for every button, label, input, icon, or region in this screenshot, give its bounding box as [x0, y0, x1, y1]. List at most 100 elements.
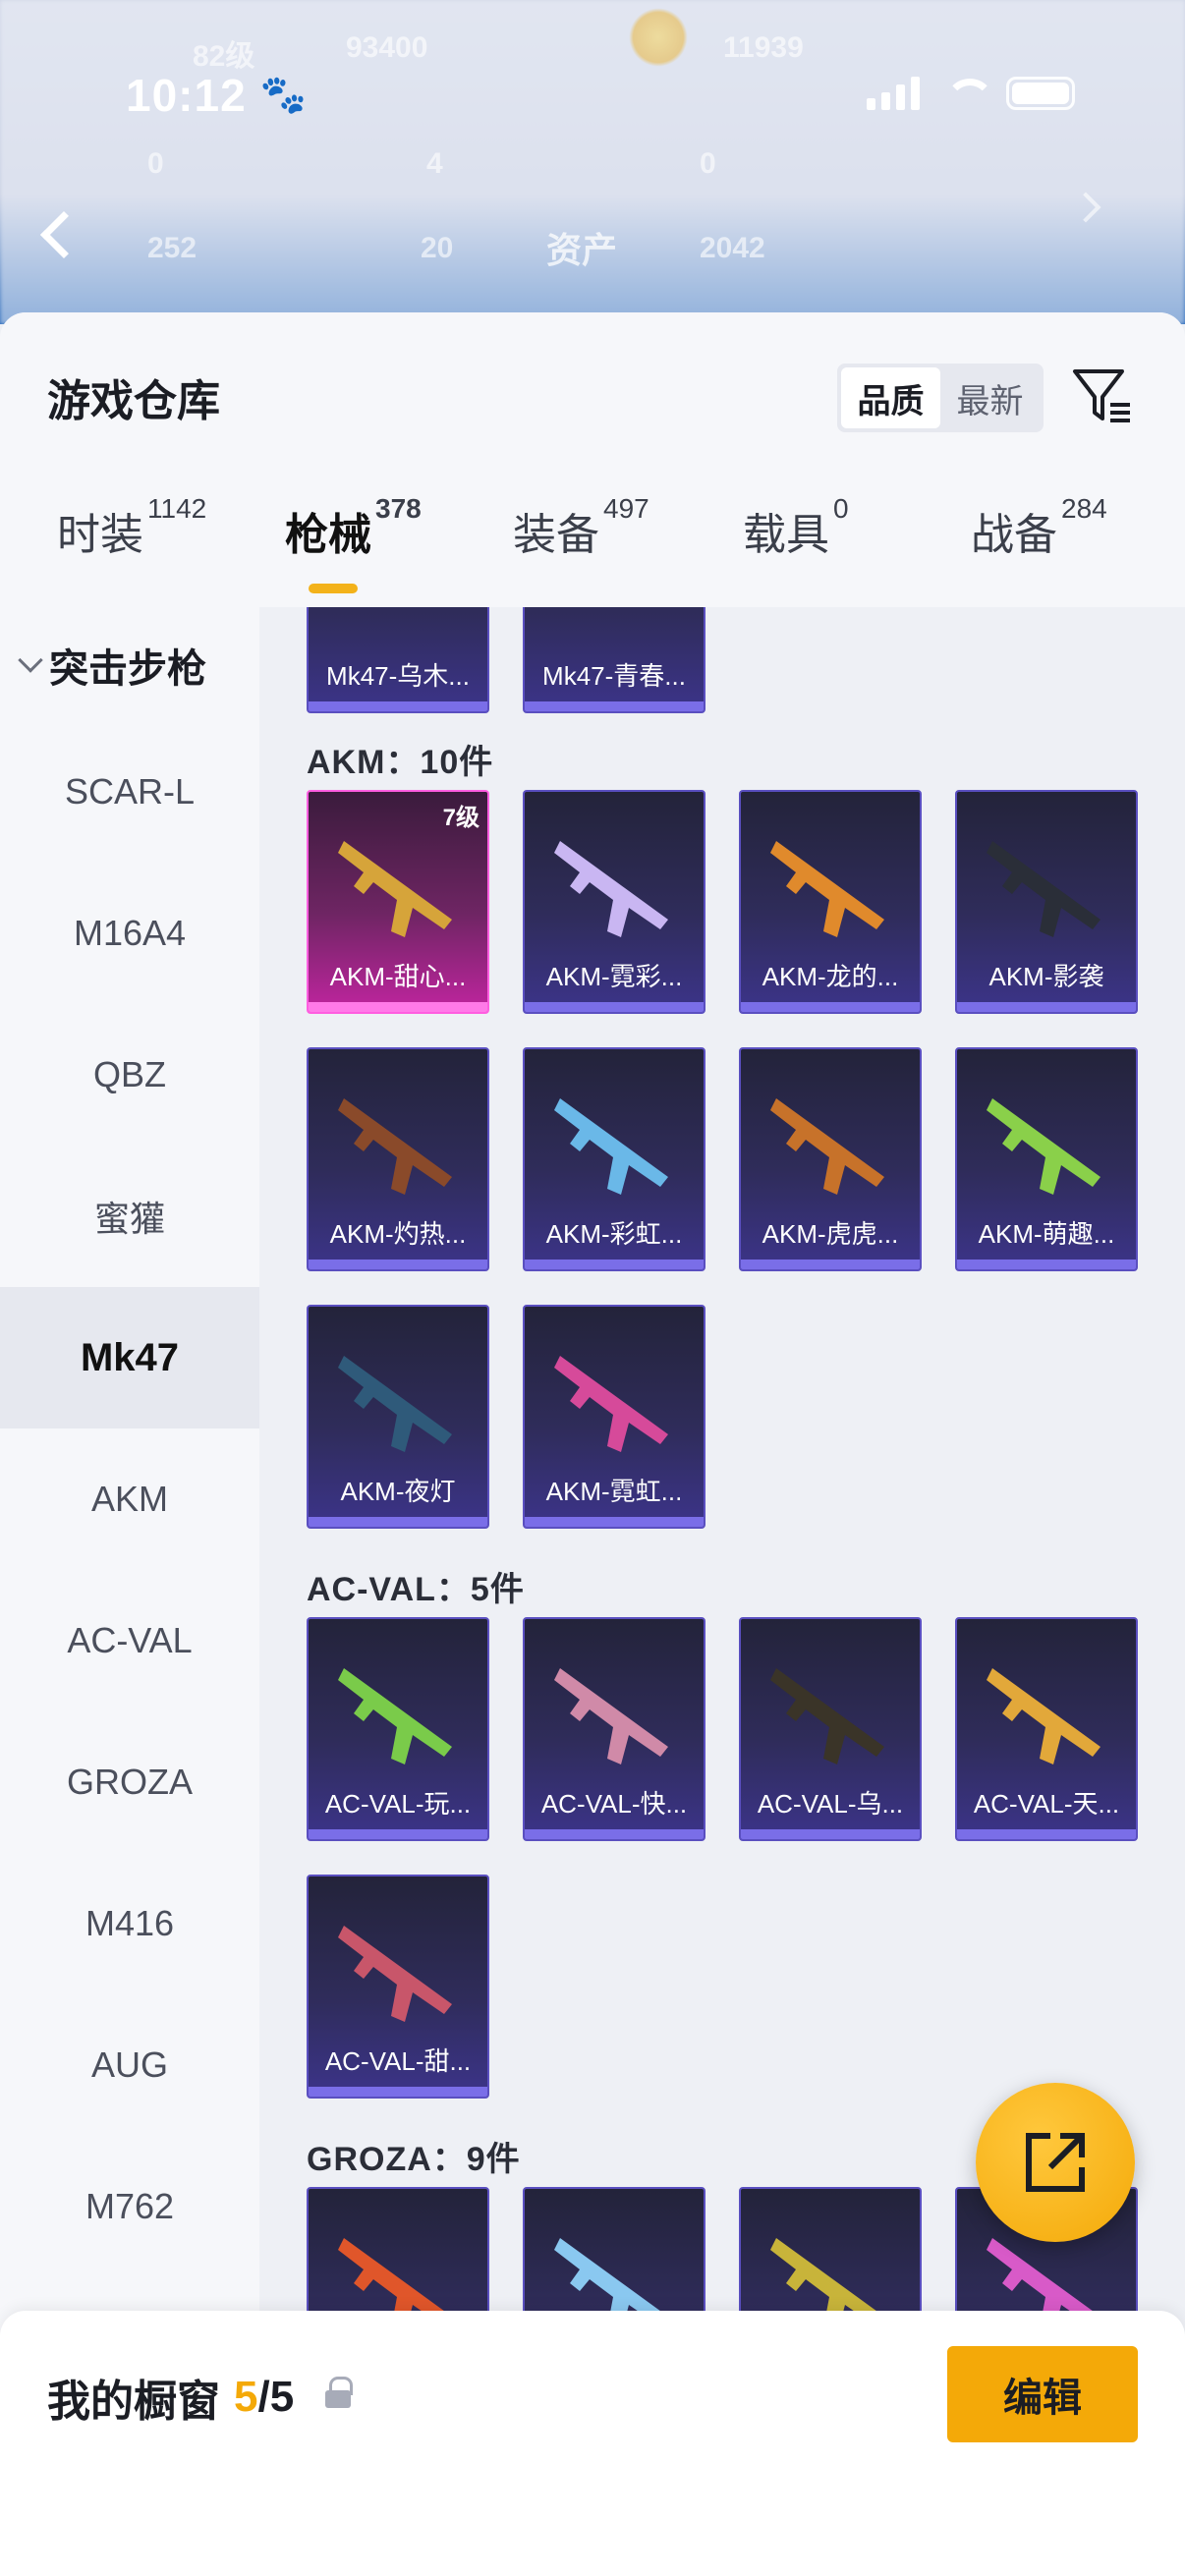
- skin-card[interactable]: AKM-龙的...: [739, 790, 922, 1014]
- rifle-icon: [338, 1668, 452, 1764]
- page-label: 资产: [546, 230, 618, 270]
- tab-guns-count: 378: [375, 493, 422, 524]
- points-text: 11939: [723, 31, 804, 64]
- skin-card[interactable]: AKM-霓彩...: [523, 790, 705, 1014]
- stat-b: 4: [426, 147, 443, 180]
- skin-card[interactable]: AC-VAL-乌...: [739, 1617, 922, 1841]
- rifle-icon: [338, 841, 452, 937]
- sidebar-item-ac-val[interactable]: AC-VAL: [0, 1570, 259, 1711]
- edit-button[interactable]: 编辑: [947, 2346, 1138, 2442]
- stat-d: 252: [147, 232, 198, 264]
- skin-card-label: AC-VAL-天...: [973, 1788, 1120, 1819]
- card-bar: [525, 1002, 704, 1012]
- showcase-current-count: 5: [234, 2373, 258, 2421]
- sidebar-item-m16a4[interactable]: M16A4: [0, 863, 259, 1004]
- system-icons: [867, 77, 1075, 110]
- card-bar: [309, 701, 487, 711]
- lock-icon: [325, 2377, 354, 2408]
- card-bar: [741, 1260, 920, 1269]
- flame-icon: [629, 8, 688, 67]
- tab-equipment[interactable]: 装备497: [513, 493, 649, 562]
- sort-quality-button[interactable]: 品质: [841, 367, 940, 428]
- tab-fashion[interactable]: 时装1142: [57, 493, 206, 562]
- skin-card[interactable]: AKM-虎虎...: [739, 1047, 922, 1271]
- sidebar-item-aug[interactable]: AUG: [0, 1994, 259, 2136]
- skin-card[interactable]: [523, 2187, 705, 2317]
- weapon-sidebar: 突击步枪 SCAR-L M16A4 QBZ 蜜獾 Mk47 AKM AC-VAL…: [0, 607, 259, 2576]
- skin-card-label: AKM-彩虹...: [545, 1218, 683, 1249]
- sidebar-item-m416[interactable]: M416: [0, 1853, 259, 1994]
- skin-card-label: AKM-萌趣...: [978, 1218, 1115, 1249]
- skin-card[interactable]: [307, 2187, 489, 2317]
- tab-equipment-count: 497: [603, 493, 649, 524]
- card-bar: [741, 1002, 920, 1012]
- skin-card-label: AKM-灼热...: [329, 1218, 467, 1249]
- sidebar-category[interactable]: 突击步枪: [18, 637, 206, 694]
- skin-card[interactable]: AKM-萌趣...: [955, 1047, 1138, 1271]
- tab-equipment-label: 装备: [513, 511, 599, 559]
- skin-card-label: AKM-影袭: [988, 961, 1104, 991]
- rifle-icon: [554, 1356, 668, 1452]
- tab-gear-count: 284: [1061, 493, 1107, 524]
- skin-card[interactable]: AKM-彩虹...: [523, 1047, 705, 1271]
- sidebar-item-groza[interactable]: GROZA: [0, 1711, 259, 1853]
- card-bar: [741, 1829, 920, 1839]
- sidebar-item-scar-l[interactable]: SCAR-L: [0, 721, 259, 863]
- skin-card-label: AC-VAL-甜...: [324, 2045, 472, 2076]
- skin-card-label: AKM-霓虹...: [545, 1476, 683, 1506]
- chevron-down-icon: [18, 647, 43, 673]
- skin-card[interactable]: AC-VAL-快...: [523, 1617, 705, 1841]
- card-bar: [957, 1829, 1136, 1839]
- skin-card-label: AKM-甜心...: [329, 961, 467, 991]
- skin-card[interactable]: 7级 AKM-甜心...: [307, 790, 489, 1014]
- tab-guns[interactable]: 枪械378: [285, 493, 422, 562]
- share-button[interactable]: [976, 2083, 1135, 2242]
- skin-card[interactable]: AKM-影袭: [955, 790, 1138, 1014]
- category-tabs: 时装1142 枪械378 装备497 载具0 战备284: [0, 493, 1185, 607]
- card-bar: [525, 1829, 704, 1839]
- rifle-icon: [770, 1098, 884, 1195]
- signal-icon: [867, 77, 920, 110]
- skin-card[interactable]: Mk47-青春...: [523, 607, 705, 713]
- sort-newest-button[interactable]: 最新: [940, 367, 1040, 428]
- skin-card[interactable]: AKM-霓虹...: [523, 1305, 705, 1529]
- rifle-icon: [338, 1098, 452, 1195]
- filter-icon[interactable]: [1071, 364, 1134, 426]
- rifle-icon: [554, 841, 668, 937]
- skin-card[interactable]: [739, 2187, 922, 2317]
- skin-card-label: AC-VAL-快...: [540, 1788, 688, 1819]
- sidebar-item-m762[interactable]: M762: [0, 2136, 259, 2277]
- card-bar: [309, 2087, 487, 2097]
- share-icon: [1026, 2133, 1085, 2192]
- rifle-icon: [338, 1356, 452, 1452]
- card-bar: [957, 1260, 1136, 1269]
- skin-card[interactable]: Mk47-乌木...: [307, 607, 489, 713]
- rifle-icon: [770, 1668, 884, 1764]
- skin-card[interactable]: AKM-夜灯: [307, 1305, 489, 1529]
- skin-card[interactable]: AC-VAL-天...: [955, 1617, 1138, 1841]
- sidebar-item-akm[interactable]: AKM: [0, 1428, 259, 1570]
- rifle-icon: [338, 2238, 452, 2317]
- skin-card[interactable]: AC-VAL-玩...: [307, 1617, 489, 1841]
- rifle-icon: [987, 841, 1100, 937]
- card-bar: [309, 1260, 487, 1269]
- skin-card[interactable]: AKM-灼热...: [307, 1047, 489, 1271]
- showcase-total-count: /5: [257, 2373, 295, 2421]
- skin-card-label: AKM-虎虎...: [762, 1218, 899, 1249]
- sidebar-item-honey-badger[interactable]: 蜜獾: [0, 1146, 259, 1287]
- tab-vehicles[interactable]: 载具0: [743, 493, 849, 562]
- card-bar: [309, 1517, 487, 1527]
- sidebar-item-mk47[interactable]: Mk47: [0, 1287, 259, 1428]
- tab-vehicles-label: 载具: [743, 511, 829, 559]
- tab-gear[interactable]: 战备284: [971, 493, 1107, 562]
- stat-e: 20: [421, 232, 454, 264]
- card-bar: [525, 1260, 704, 1269]
- rifle-icon: [987, 1668, 1100, 1764]
- sidebar-item-qbz[interactable]: QBZ: [0, 1004, 259, 1146]
- background-header: 82级 93400 11939 0 4 0 252 20 资产 2042 10:…: [0, 0, 1185, 324]
- rifle-icon: [554, 1098, 668, 1195]
- section-title-groza: GROZA：9件: [307, 2141, 521, 2178]
- tab-fashion-label: 时装: [57, 511, 143, 559]
- background-haze: [0, 0, 1185, 324]
- skin-card[interactable]: AC-VAL-甜...: [307, 1875, 489, 2099]
